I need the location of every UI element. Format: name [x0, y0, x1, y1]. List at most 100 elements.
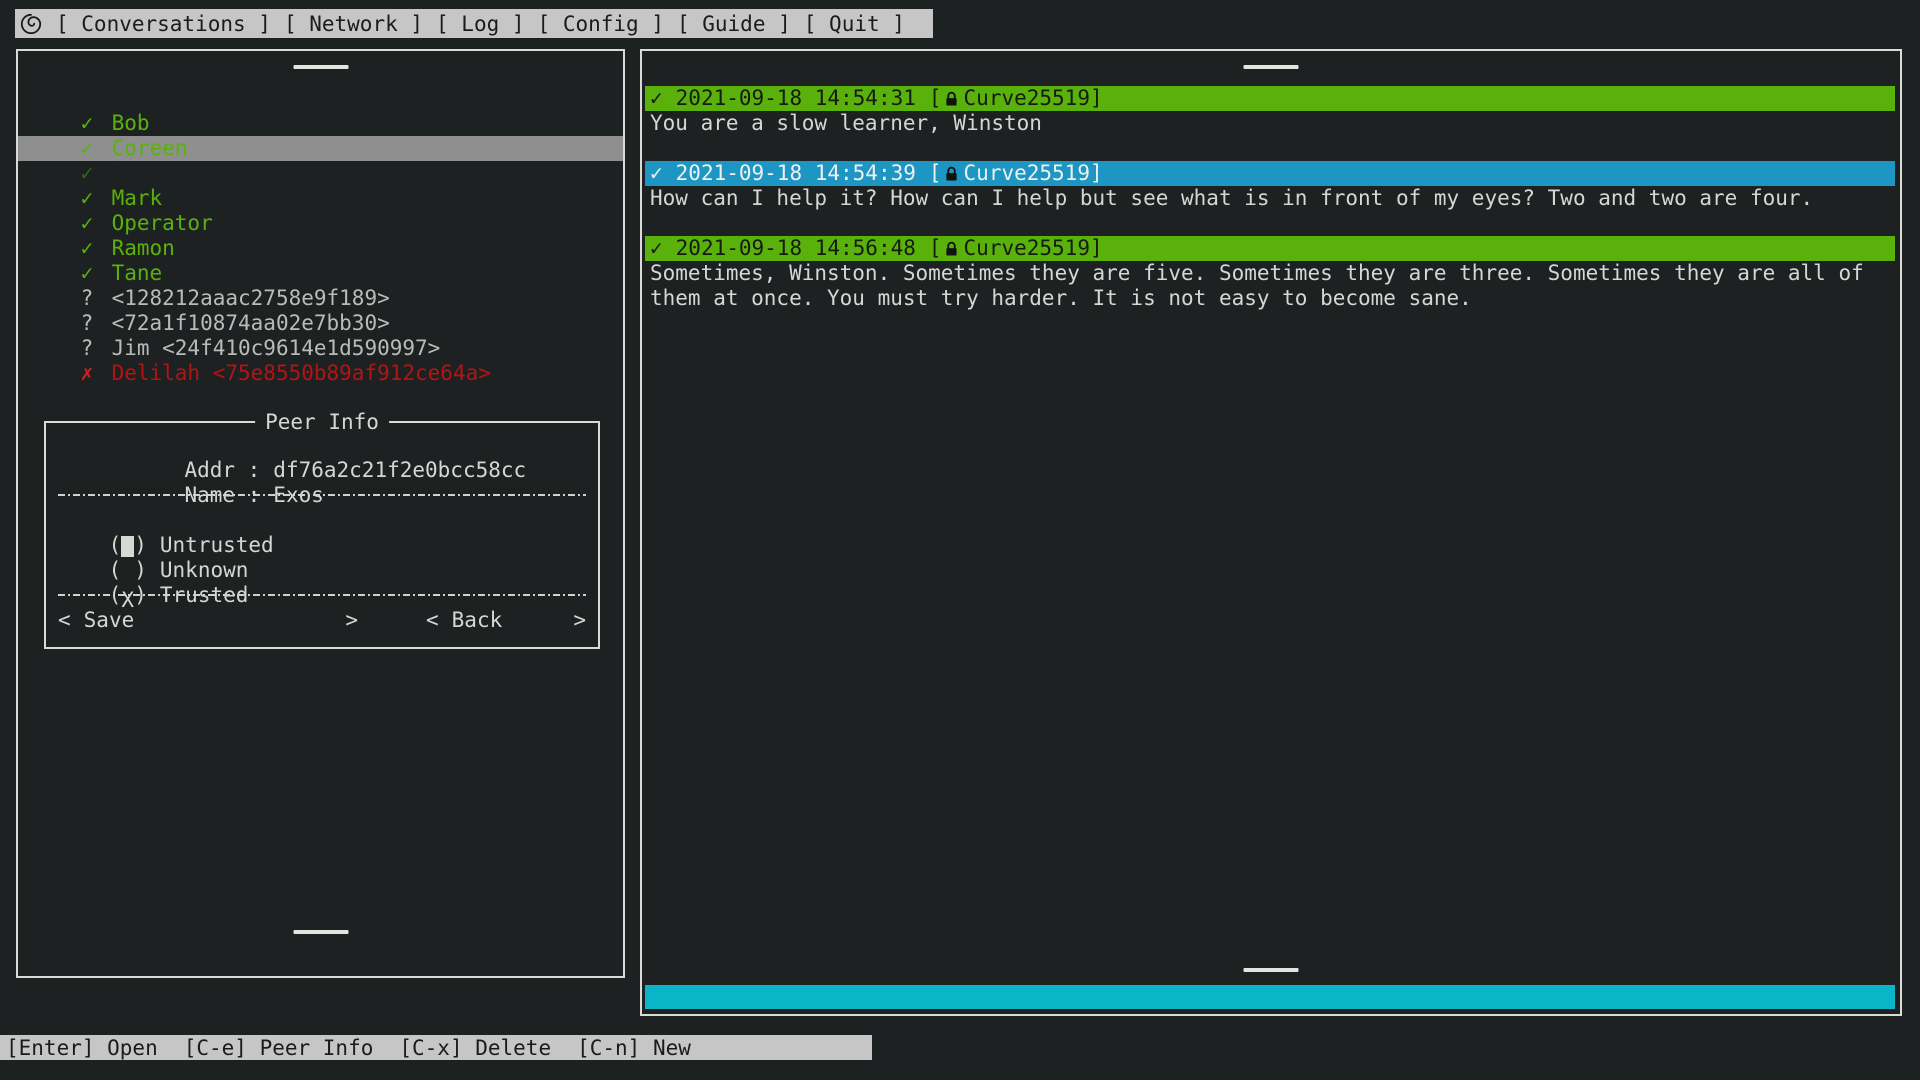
paren-open: ( — [109, 558, 122, 582]
bracket-close: ] — [1090, 86, 1103, 111]
bracket-close: ] — [1090, 161, 1103, 186]
keybinding-hint: [C-n] New — [577, 1036, 691, 1060]
menu-item-conversations[interactable]: [ Conversations ] — [56, 12, 271, 36]
right-arrow: > — [345, 608, 358, 633]
menu-item-config[interactable]: [ Config ] — [538, 12, 664, 36]
peer-addr-label: Addr : — [184, 458, 260, 482]
conversations-panel: ✓Bob ✓Coreen ✓Exos ✓Mark ✓Operator ✓Ramo… — [16, 49, 625, 978]
trust-option-label: Untrusted — [160, 533, 274, 557]
conversation-panel: ✓ 2021-09-18 14:54:31 [ Curve25519 ] You… — [640, 49, 1902, 1016]
message-timestamp: 2021-09-18 14:54:31 — [676, 86, 916, 111]
peer-addr-value: df76a2c21f2e0bcc58cc — [273, 458, 526, 482]
menu-item-guide[interactable]: [ Guide ] — [677, 12, 791, 36]
menu-item-quit[interactable]: [ Quit ] — [804, 12, 905, 36]
contact-status-icon: ✗ — [81, 361, 112, 386]
save-button-label: Save — [84, 608, 135, 633]
menu-item-network[interactable]: [ Network ] — [284, 12, 423, 36]
encryption-info: [ Curve25519 ] — [929, 86, 1103, 111]
paren-open: ( — [109, 533, 122, 557]
contact-name: Mark — [112, 186, 163, 210]
app-window: [ Conversations ] [ Network ] [ Log ] [ Con… — [0, 0, 1920, 1080]
contact-status-icon: ? — [81, 311, 112, 336]
peer-addr-row: Addr :df76a2c21f2e0bcc58cc — [58, 433, 586, 458]
contact-name: Delilah <75e8550b89af912ce64a> — [112, 361, 491, 385]
right-arrow: > — [573, 608, 586, 633]
keybinding-hint: [C-x] Delete — [399, 1036, 551, 1060]
status-bar: [Enter] Open [C-e] Peer Info [C-x] Delete [… — [0, 1035, 872, 1060]
separator-line — [58, 583, 586, 608]
contact-name: Jim <24f410c9614e1d590997> — [112, 336, 441, 360]
bracket-close: ] — [1090, 236, 1103, 261]
encryption-info: [ Curve25519 ] — [929, 236, 1103, 261]
contact-list: ✓Bob ✓Coreen ✓Exos ✓Mark ✓Operator ✓Ramo… — [18, 86, 623, 361]
paren-close: ) — [134, 558, 147, 582]
lock-icon — [945, 241, 958, 257]
message-text: How can I help it? How can I help but se… — [645, 186, 1895, 211]
contact-name: Tane — [112, 261, 163, 285]
message-header-bar: ✓ 2021-09-18 14:54:31 [ Curve25519 ] — [645, 86, 1895, 111]
delivered-check-icon: ✓ — [650, 161, 663, 186]
keybinding-hint: [Enter] Open — [6, 1036, 158, 1060]
message: ✓ 2021-09-18 14:54:31 [ Curve25519 ] You… — [645, 86, 1895, 136]
contact-name: <128212aaac2758e9f189> — [112, 286, 390, 310]
bracket-open: [ — [929, 161, 942, 186]
trust-option-label: Unknown — [160, 558, 249, 582]
contact-status-icon: ✓ — [81, 111, 112, 136]
message-text: You are a slow learner, Winston — [645, 111, 1895, 136]
message-text: Sometimes, Winston. Sometimes they are f… — [645, 261, 1895, 311]
contact-status-icon: ✓ — [81, 136, 112, 161]
message-header-bar: ✓ 2021-09-18 14:56:48 [ Curve25519 ] — [645, 236, 1895, 261]
paren-close: ) — [134, 533, 147, 557]
contact-status-icon: ✓ — [81, 211, 112, 236]
scroll-indicator-bottom — [293, 930, 348, 934]
contact-status-icon: ? — [81, 286, 112, 311]
delivered-check-icon: ✓ — [650, 86, 663, 111]
message-header-bar: ✓ 2021-09-18 14:54:39 [ Curve25519 ] — [645, 161, 1895, 186]
app-logo-spiral-icon — [19, 12, 43, 36]
message-list: ✓ 2021-09-18 14:54:31 [ Curve25519 ] You… — [645, 86, 1895, 336]
cipher-name: Curve25519 — [964, 86, 1090, 111]
scroll-indicator-bottom — [1244, 968, 1299, 972]
lock-icon — [945, 91, 958, 107]
peer-buttons-row: < Save > < Back > — [58, 608, 586, 633]
contact-status-icon: ✓ — [81, 236, 112, 261]
menu-bar: [ Conversations ] [ Network ] [ Log ] [ Con… — [15, 9, 933, 38]
message-timestamp: 2021-09-18 14:56:48 — [676, 236, 916, 261]
contact-status-icon: ✓ — [81, 261, 112, 286]
separator-line — [58, 483, 586, 508]
contact-status-icon: ✓ — [81, 186, 112, 211]
menu-items: [ Conversations ] [ Network ] [ Log ] [ Con… — [43, 12, 905, 36]
left-arrow: < — [426, 608, 439, 633]
bracket-open: [ — [929, 86, 942, 111]
message: ✓ 2021-09-18 14:56:48 [ Curve25519 ] Som… — [645, 236, 1895, 311]
keybinding-hint: [C-e] Peer Info — [184, 1036, 374, 1060]
bracket-open: [ — [929, 236, 942, 261]
message-timestamp: 2021-09-18 14:54:39 — [676, 161, 916, 186]
keybinding-hints: [Enter] Open [C-e] Peer Info [C-x] Delete [… — [6, 1036, 717, 1060]
back-button[interactable]: < Back > — [426, 608, 586, 633]
contact-name: Exos — [112, 161, 163, 185]
cipher-name: Curve25519 — [964, 236, 1090, 261]
scroll-indicator-top — [293, 65, 348, 69]
back-button-label: Back — [452, 608, 503, 633]
message-input-bar[interactable] — [645, 985, 1895, 1009]
left-arrow: < — [58, 608, 71, 633]
message: ✓ 2021-09-18 14:54:39 [ Curve25519 ] How… — [645, 161, 1895, 211]
contact-name: Bob — [112, 111, 150, 135]
cipher-name: Curve25519 — [964, 161, 1090, 186]
radio-marker — [121, 536, 134, 557]
scroll-indicator-top — [1244, 65, 1299, 69]
delivered-check-icon: ✓ — [650, 236, 663, 261]
peer-info-box: Peer Info Addr :df76a2c21f2e0bcc58cc Nam… — [44, 421, 600, 649]
radio-marker — [121, 561, 134, 582]
encryption-info: [ Curve25519 ] — [929, 161, 1103, 186]
menu-item-log[interactable]: [ Log ] — [436, 12, 525, 36]
peer-info-title: Peer Info — [255, 410, 389, 435]
contact-name: Operator — [112, 211, 213, 235]
save-button[interactable]: < Save > — [58, 608, 358, 633]
contact-row[interactable]: ✓Bob — [18, 86, 623, 111]
lock-icon — [945, 166, 958, 182]
contact-status-icon: ✓ — [81, 161, 112, 186]
contact-name: Ramon — [112, 236, 175, 260]
contact-name: <72a1f10874aa02e7bb30> — [112, 311, 390, 335]
